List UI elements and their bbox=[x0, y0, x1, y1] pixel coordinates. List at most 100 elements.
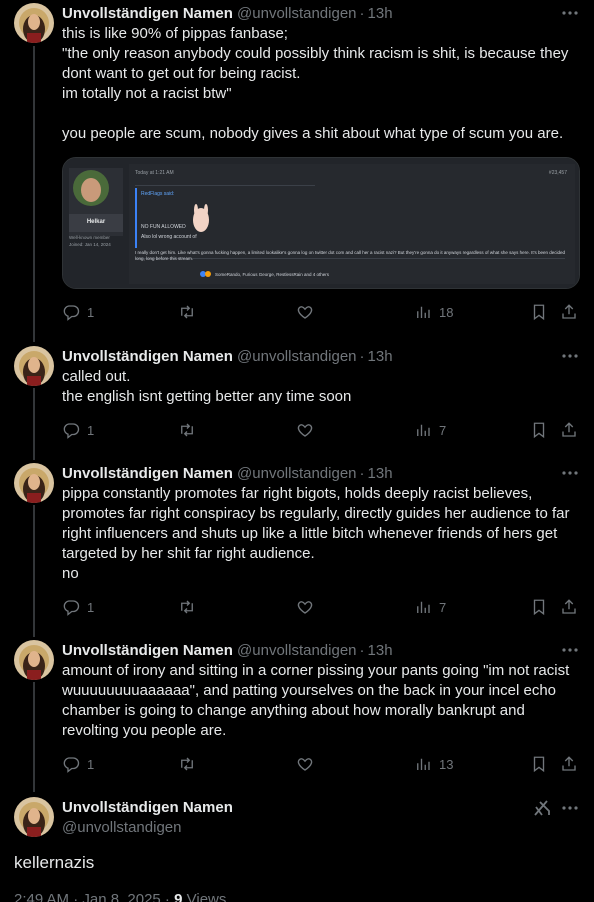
media-user-joined: Joined: Jan 14, 2024 bbox=[69, 242, 111, 247]
retweet-icon bbox=[181, 600, 193, 614]
author-name[interactable]: Unvollständigen Namen bbox=[62, 5, 233, 22]
reply-button[interactable]: 1 bbox=[62, 420, 94, 440]
tweet-header: Unvollständigen Namen @unvollstandigen · 1… bbox=[62, 464, 594, 484]
tweet-text: this is like 90% of pippas fanbase; "the… bbox=[62, 25, 569, 142]
more-icon[interactable] bbox=[560, 797, 580, 817]
tweet-time[interactable]: 13h bbox=[368, 5, 393, 22]
tweet[interactable]: Unvollständigen Namen @unvollstandigen · 1… bbox=[0, 637, 594, 789]
views-count: 18 bbox=[439, 304, 454, 320]
grok-icon[interactable] bbox=[532, 798, 552, 818]
tweet-timestamp[interactable]: 2:49 AM · Jan 8, 2025 · bbox=[14, 891, 170, 902]
tweet-time[interactable]: 13h bbox=[368, 642, 393, 659]
views-count: 7 bbox=[439, 599, 447, 615]
share-icon bbox=[562, 756, 576, 771]
share-button[interactable] bbox=[560, 754, 578, 774]
tweet-actions: 1 13 bbox=[62, 754, 580, 774]
bookmark-button[interactable] bbox=[530, 754, 548, 774]
reply-button[interactable]: 1 bbox=[62, 597, 94, 617]
like-button[interactable] bbox=[296, 302, 321, 322]
author-handle[interactable]: @unvollstandigen bbox=[237, 642, 356, 659]
avatar[interactable] bbox=[14, 463, 54, 503]
avatar[interactable] bbox=[14, 797, 54, 837]
share-icon bbox=[562, 599, 576, 614]
author-name[interactable]: Unvollständigen Namen bbox=[62, 798, 233, 818]
tweet-actions: 1 7 bbox=[62, 597, 580, 617]
views-button[interactable]: 7 bbox=[414, 597, 446, 617]
reply-icon bbox=[63, 757, 80, 773]
reply-count: 1 bbox=[87, 599, 95, 615]
like-button[interactable] bbox=[296, 754, 321, 774]
avatar[interactable] bbox=[14, 640, 54, 680]
bookmark-button[interactable] bbox=[530, 597, 548, 617]
retweet-button[interactable] bbox=[178, 597, 203, 617]
media-quote-line1: NO FUN ALLOWED bbox=[141, 224, 186, 230]
bookmark-icon bbox=[533, 304, 545, 321]
reply-icon bbox=[63, 305, 80, 321]
separator: · bbox=[359, 348, 365, 365]
share-button[interactable] bbox=[560, 420, 578, 440]
tweet-text: amount of irony and sitting in a corner … bbox=[62, 662, 574, 739]
tweet-time[interactable]: 13h bbox=[368, 465, 393, 482]
tweet-media-screenshot[interactable]: Today at 1:21 AM #23,457 Helkar Well-kno… bbox=[62, 157, 580, 289]
tweet-text: called out. the english isnt getting bet… bbox=[62, 368, 352, 405]
bookmark-icon bbox=[533, 599, 545, 616]
media-post-number: #23,457 bbox=[548, 170, 567, 176]
like-icon bbox=[297, 758, 313, 771]
tweet[interactable]: Unvollständigen Namen @unvollstandigen · 1… bbox=[0, 0, 594, 340]
avatar[interactable] bbox=[14, 346, 54, 386]
retweet-icon bbox=[181, 305, 193, 319]
author-name[interactable]: Unvollständigen Namen bbox=[62, 642, 233, 659]
views-count: 9 bbox=[174, 891, 183, 902]
views-button[interactable]: 18 bbox=[414, 302, 453, 322]
more-icon[interactable] bbox=[560, 345, 580, 365]
tweet[interactable]: Unvollständigen Namen @unvollstandigen · 1… bbox=[0, 460, 594, 632]
tweet-time[interactable]: 13h bbox=[368, 348, 393, 365]
reply-icon bbox=[63, 423, 80, 439]
focused-tweet[interactable]: Unvollständigen Namen @unvollstandigen k… bbox=[0, 796, 594, 902]
author-handle[interactable]: @unvollstandigen bbox=[237, 348, 356, 365]
more-icon[interactable] bbox=[560, 639, 580, 659]
views-icon bbox=[417, 306, 430, 318]
like-button[interactable] bbox=[296, 420, 321, 440]
tweet-actions: 1 7 bbox=[62, 420, 580, 440]
media-time-label: Today at 1:21 AM bbox=[135, 170, 174, 176]
media-user-name: Helkar bbox=[86, 219, 106, 225]
views-icon bbox=[417, 758, 430, 770]
views-icon bbox=[417, 601, 430, 613]
views-count: 7 bbox=[439, 422, 447, 438]
tweet[interactable]: Unvollständigen Namen @unvollstandigen · 1… bbox=[0, 343, 594, 455]
more-icon[interactable] bbox=[560, 2, 580, 22]
more-icon[interactable] bbox=[560, 462, 580, 482]
author-handle[interactable]: @unvollstandigen bbox=[237, 465, 356, 482]
bookmark-button[interactable] bbox=[530, 420, 548, 440]
views-button[interactable]: 7 bbox=[414, 420, 446, 440]
media-user-rank: Well-known member bbox=[69, 235, 110, 240]
reply-button[interactable]: 1 bbox=[62, 754, 94, 774]
reply-count: 1 bbox=[87, 756, 95, 772]
like-icon bbox=[297, 424, 313, 437]
bookmark-icon bbox=[533, 422, 545, 439]
avatar[interactable] bbox=[14, 3, 54, 43]
reply-count: 1 bbox=[87, 304, 95, 320]
share-button[interactable] bbox=[560, 597, 578, 617]
retweet-button[interactable] bbox=[178, 754, 203, 774]
retweet-button[interactable] bbox=[178, 420, 203, 440]
views-count: 13 bbox=[439, 756, 454, 772]
share-button[interactable] bbox=[560, 302, 578, 322]
reply-count: 1 bbox=[87, 422, 95, 438]
separator: · bbox=[359, 465, 365, 482]
media-quote-line2: Also lol wrong account of bbox=[141, 234, 197, 240]
media-quote-author: RedFlags said: bbox=[141, 191, 175, 197]
author-handle[interactable]: @unvollstandigen bbox=[237, 5, 356, 22]
tweet-actions: 1 18 bbox=[62, 302, 580, 322]
like-icon bbox=[297, 306, 313, 319]
retweet-button[interactable] bbox=[178, 302, 203, 322]
author-handle[interactable]: @unvollstandigen bbox=[62, 818, 181, 838]
author-name[interactable]: Unvollständigen Namen bbox=[62, 465, 233, 482]
like-button[interactable] bbox=[296, 597, 321, 617]
bookmark-button[interactable] bbox=[530, 302, 548, 322]
reply-button[interactable]: 1 bbox=[62, 302, 94, 322]
author-name[interactable]: Unvollständigen Namen bbox=[62, 348, 233, 365]
views-button[interactable]: 13 bbox=[414, 754, 453, 774]
tweet-text: kellernazis bbox=[14, 853, 95, 872]
